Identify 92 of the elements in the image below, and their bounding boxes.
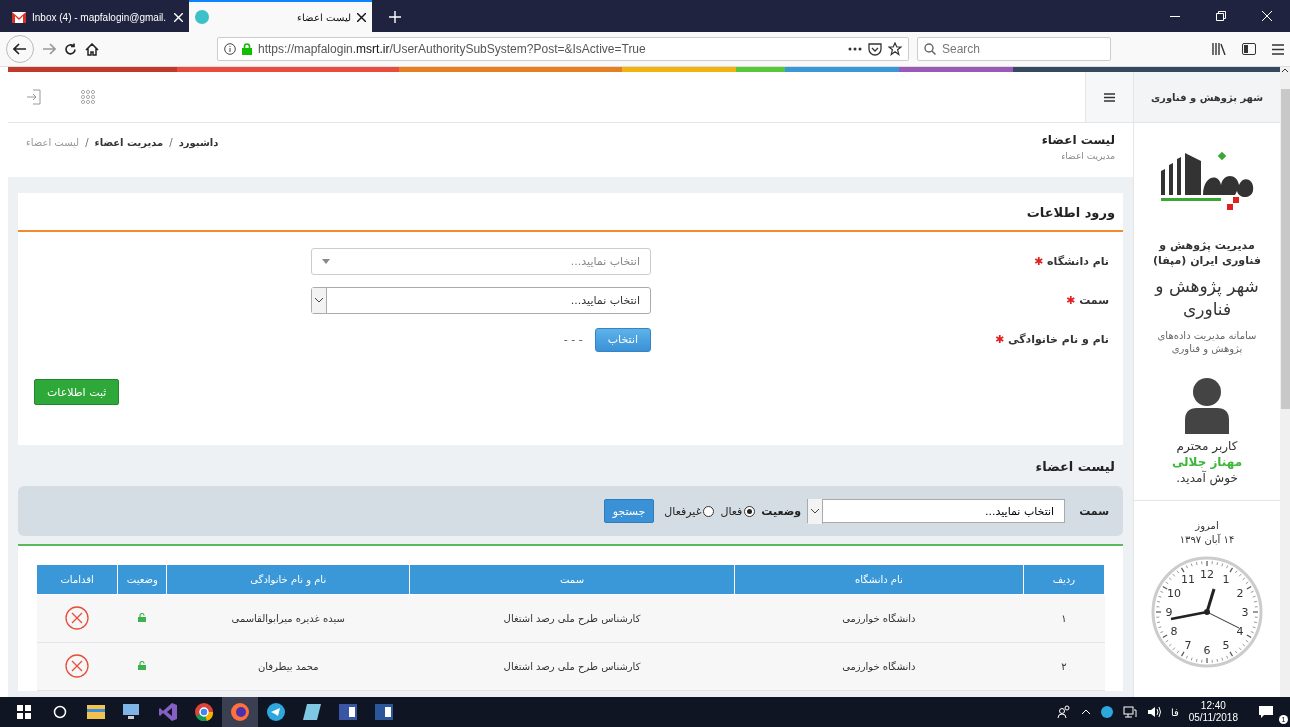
- column-header: وضعیت: [117, 564, 167, 595]
- selected-name-text: - - -: [563, 333, 583, 346]
- breadcrumb-link[interactable]: مدیریت اعضاء: [94, 137, 164, 148]
- breadcrumb-link[interactable]: داشبورد: [178, 137, 219, 148]
- user-avatar-icon: [1184, 377, 1230, 434]
- close-icon[interactable]: [357, 12, 366, 22]
- field-label: نام و نام خانوادگی ✱: [993, 333, 1109, 346]
- analog-clock-drawing: 11 12 1 10 2 9 3 8 4 7 6 5: [1151, 556, 1263, 669]
- filter-label: سمت: [1079, 504, 1109, 518]
- status-radio[interactable]: فعال: [720, 504, 756, 518]
- notification-icon[interactable]: [1259, 706, 1273, 718]
- column-header: نام و نام خانوادگی: [166, 564, 410, 595]
- unlocked-icon[interactable]: [138, 661, 147, 670]
- user-name: مهناز جلالی: [1170, 453, 1244, 470]
- breadcrumb-separator: /: [85, 137, 89, 148]
- scrollbar-thumb[interactable]: [1280, 89, 1290, 409]
- field-label: نام دانشگاه ✱: [1033, 255, 1109, 268]
- table-cell: ۱: [1023, 594, 1105, 643]
- library-icon[interactable]: [1212, 43, 1226, 55]
- delete-icon[interactable]: [65, 605, 90, 630]
- forward-icon[interactable]: [42, 43, 56, 55]
- pocket-icon[interactable]: [868, 42, 882, 56]
- menu-icon: [1104, 92, 1115, 102]
- column-header: اقدامات: [36, 564, 118, 595]
- dropdown-arrow-icon: [322, 259, 330, 264]
- speaker-icon[interactable]: [1146, 706, 1161, 718]
- info-icon[interactable]: [224, 43, 236, 55]
- table-cell: محمد بیطرفان: [166, 642, 410, 691]
- chevron-up-icon[interactable]: [1080, 709, 1091, 715]
- sidebar-icon[interactable]: [1242, 43, 1256, 55]
- language-indicator[interactable]: فا: [1170, 706, 1179, 718]
- org-name: مدیریت پژوهش و فناوری ایران (مپفا): [1151, 239, 1262, 269]
- chevron-down-icon: [315, 298, 323, 303]
- site-subtitle: سامانه مدیریت داده‌های پژوهش و فناوری: [1156, 328, 1258, 356]
- status-radio[interactable]: غیرفعال: [664, 504, 715, 518]
- table-cell: سیده غدیره میرابوالقاسمی: [166, 594, 410, 643]
- delete-icon[interactable]: [65, 653, 90, 678]
- visual-studio-icon[interactable]: [159, 703, 177, 721]
- chevron-down-icon: [811, 508, 820, 514]
- network-icon[interactable]: [1122, 706, 1137, 718]
- minimize-icon[interactable]: [1170, 15, 1180, 17]
- lock-icon: [242, 43, 252, 55]
- table-cell: دانشگاه خوارزمی: [734, 594, 1024, 643]
- brand-title: شهر پژوهش و فناوری: [1134, 72, 1280, 123]
- post-filter-select[interactable]: انتخاب نمایید...: [807, 499, 1066, 523]
- column-header: نام دانشگاه: [734, 564, 1024, 595]
- column-header: سمت: [409, 564, 735, 595]
- plus-icon[interactable]: [389, 11, 401, 23]
- search-icon[interactable]: [53, 705, 67, 719]
- column-header: ردیف: [1023, 564, 1105, 595]
- unlocked-icon[interactable]: [138, 613, 147, 622]
- computer-icon[interactable]: [123, 704, 141, 720]
- scroll-up-icon[interactable]: [1281, 67, 1289, 73]
- welcome-text: خوش آمدید.: [1175, 469, 1239, 487]
- browser-tab[interactable]: لیست اعضاء: [189, 0, 372, 32]
- site-title: شهر پژوهش و فناوری: [1153, 274, 1260, 321]
- search-field[interactable]: Search: [917, 37, 1111, 61]
- field-label: سمت ✱: [1065, 294, 1109, 307]
- breadcrumb-separator: /: [169, 137, 173, 148]
- university-select[interactable]: انتخاب نمایید...: [311, 248, 651, 275]
- menu-icon[interactable]: [1272, 43, 1284, 55]
- telegram-icon[interactable]: [267, 703, 285, 721]
- section-title: لیست اعضاء: [1034, 458, 1116, 476]
- greeting-text: کاربر محترم: [1175, 437, 1239, 454]
- arrow-left-icon: [13, 43, 27, 55]
- table-cell: ۲: [1023, 642, 1105, 691]
- page-subtitle: مدیریت اعضاء: [1060, 151, 1115, 161]
- taskbar-clock[interactable]: 12:40 05/11/2018: [1188, 700, 1238, 724]
- restore-icon[interactable]: [1216, 11, 1226, 21]
- table-cell: کارشناس طرح ملی رصد اشتغال: [409, 594, 735, 643]
- logout-icon: [26, 89, 42, 105]
- panel-title: ورود اطلاعات: [18, 193, 1123, 232]
- post-select[interactable]: انتخاب نمایید...: [311, 287, 651, 314]
- chrome-icon[interactable]: [195, 703, 213, 721]
- table-cell: دانشگاه خوارزمی: [734, 642, 1024, 691]
- windows-icon[interactable]: [17, 705, 31, 719]
- star-icon[interactable]: [888, 42, 902, 56]
- menu-button[interactable]: [1085, 72, 1133, 122]
- site-icon: [195, 10, 209, 24]
- page-title: لیست اعضاء: [1041, 133, 1115, 147]
- home-icon[interactable]: [85, 42, 99, 56]
- today-label: امروز: [1193, 519, 1220, 533]
- search-icon: [924, 43, 936, 55]
- apps-grid-icon: [81, 90, 95, 104]
- address-bar[interactable]: https://mapfalogin.msrt.ir/UserAuthoritySubSystem?Post=&IsActive=True: [217, 37, 909, 61]
- people-icon[interactable]: [1056, 705, 1071, 719]
- more-icon[interactable]: [848, 47, 862, 51]
- today-date: ۱۴ آبان ۱۳۹۷: [1178, 532, 1236, 547]
- mail-icon: [12, 11, 26, 23]
- table-cell: کارشناس طرح ملی رصد اشتغال: [409, 642, 735, 691]
- filter-label: وضعیت: [761, 504, 802, 518]
- reload-icon[interactable]: [64, 42, 77, 56]
